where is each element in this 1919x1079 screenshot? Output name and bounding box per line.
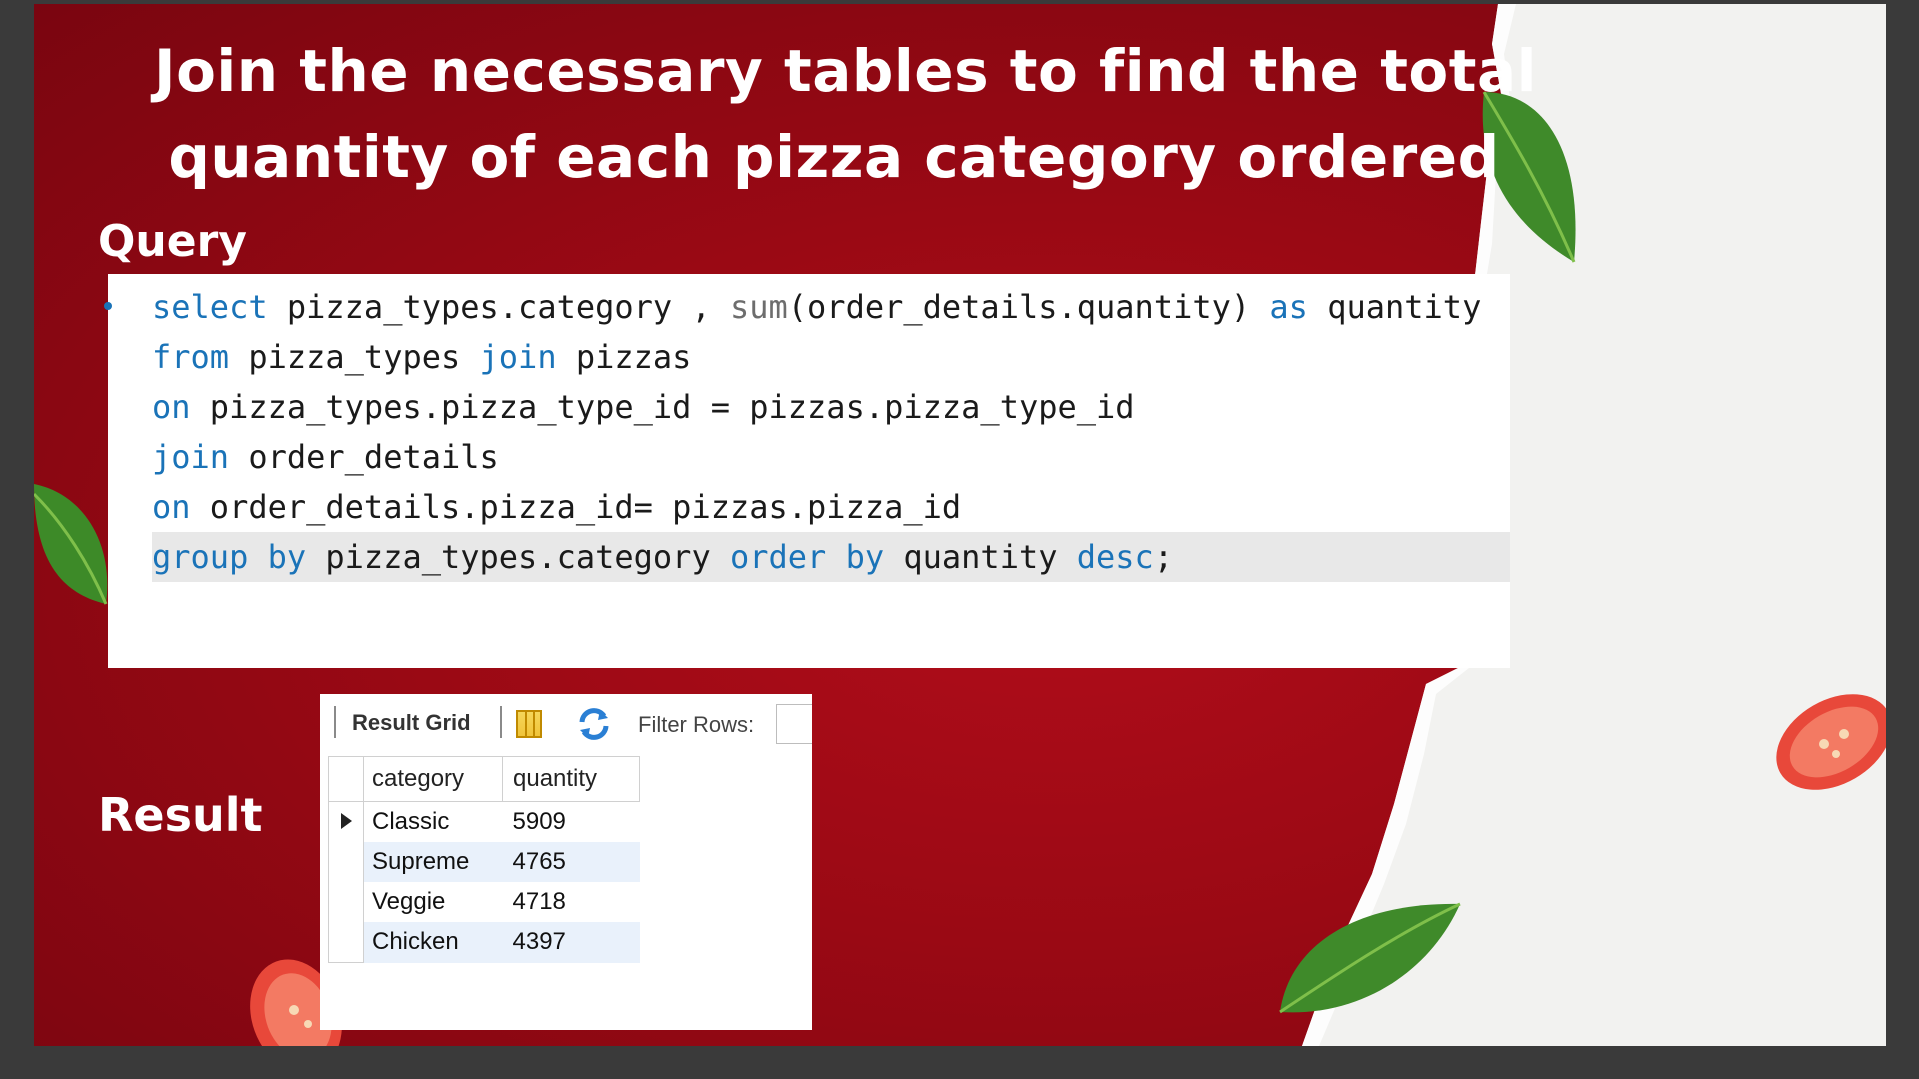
title-line-2: quantity of each pizza category ordered [168, 123, 1500, 191]
row-selector[interactable] [328, 842, 364, 882]
sql-line-3[interactable]: on pizza_types.pizza_type_id = pizzas.pi… [152, 382, 1510, 432]
row-header-corner [328, 756, 364, 802]
basil-leaf-left [34, 484, 108, 605]
sql-keyword: select [152, 288, 268, 326]
sql-text: quantity [1307, 288, 1482, 326]
cell-quantity[interactable]: 4765 [502, 842, 640, 882]
sql-function: sum [729, 288, 788, 326]
cell-category[interactable]: Classic [364, 802, 503, 843]
result-grid-toolbar: Result Grid Filter Rows: [320, 694, 812, 750]
sql-line-1[interactable]: select pizza_types.category , sum(order_… [152, 282, 1510, 332]
sql-line-5[interactable]: on order_details.pizza_id= pizzas.pizza_… [152, 482, 1510, 532]
line-marker-icon [104, 302, 112, 310]
cell-quantity[interactable]: 4718 [503, 882, 640, 922]
sql-keyword: from [152, 338, 230, 376]
refresh-icon[interactable] [574, 706, 614, 742]
row-selector[interactable] [328, 882, 364, 922]
result-table: category quantity Classic 5909 Supreme 4… [328, 756, 640, 963]
toolbar-separator [334, 706, 336, 738]
result-label: Result [98, 788, 263, 842]
sql-text: pizza_types [229, 338, 480, 376]
sql-text: pizza_types.pizza_type_id = pizzas.pizza… [190, 388, 1135, 426]
sql-keyword: join [152, 438, 230, 476]
result-grid-tab[interactable]: Result Grid [352, 710, 471, 736]
sql-keyword: desc [1076, 538, 1154, 576]
cell-category[interactable]: Veggie [364, 882, 503, 922]
current-row-arrow-icon [341, 813, 352, 829]
cell-quantity[interactable]: 4397 [502, 922, 640, 963]
result-grid-panel: Result Grid Filter Rows: category quanti… [320, 694, 812, 1030]
row-selector[interactable] [328, 922, 364, 963]
sql-query-panel: select pizza_types.category , sum(order_… [104, 274, 1510, 668]
sql-text: pizza_types.category , [267, 288, 730, 326]
filter-rows-label: Filter Rows: [638, 712, 755, 737]
filter-rows-input[interactable] [776, 704, 812, 744]
query-label: Query [98, 216, 247, 267]
sql-text: order_details [229, 438, 499, 476]
sql-keyword: join [479, 338, 557, 376]
slide-title: Join the necessary tables to find the to… [154, 28, 1538, 200]
slide: Join the necessary tables to find the to… [34, 4, 1886, 1046]
cell-quantity[interactable]: 5909 [503, 802, 640, 843]
title-line-1: Join the necessary tables to find the to… [154, 37, 1538, 105]
sql-keyword: on [152, 388, 191, 426]
sql-line-2[interactable]: from pizza_types join pizzas [152, 332, 1510, 382]
table-header-row: category quantity [328, 756, 640, 802]
column-header-quantity[interactable]: quantity [502, 756, 640, 802]
cell-category[interactable]: Chicken [363, 922, 503, 963]
sql-keyword: as [1269, 288, 1308, 326]
sql-text: quantity [884, 538, 1077, 576]
sql-text: (order_details.quantity) [787, 288, 1270, 326]
sql-keyword: on [152, 488, 191, 526]
sql-keyword: group by [152, 538, 307, 576]
cell-category[interactable]: Supreme [363, 842, 503, 882]
row-selector[interactable] [328, 801, 364, 842]
sql-line-4[interactable]: join order_details [152, 432, 1510, 482]
sql-keyword: order by [729, 538, 885, 576]
sql-text: pizzas [556, 338, 692, 376]
table-row[interactable]: Supreme 4765 [328, 842, 640, 882]
table-row[interactable]: Veggie 4718 [328, 882, 640, 922]
tomato-slice-right [1776, 694, 1886, 790]
grid-view-icon[interactable] [516, 710, 542, 738]
basil-leaf-bottom-right [1279, 902, 1461, 1014]
table-row[interactable]: Classic 5909 [328, 801, 640, 843]
sql-line-6[interactable]: group by pizza_types.category order by q… [152, 532, 1510, 582]
toolbar-separator [500, 706, 502, 738]
table-row[interactable]: Chicken 4397 [328, 922, 640, 963]
sql-text: pizza_types.category [306, 538, 730, 576]
column-header-category[interactable]: category [363, 756, 503, 802]
sql-text: ; [1153, 538, 1174, 576]
sql-text: order_details.pizza_id= pizzas.pizza_id [190, 488, 962, 526]
